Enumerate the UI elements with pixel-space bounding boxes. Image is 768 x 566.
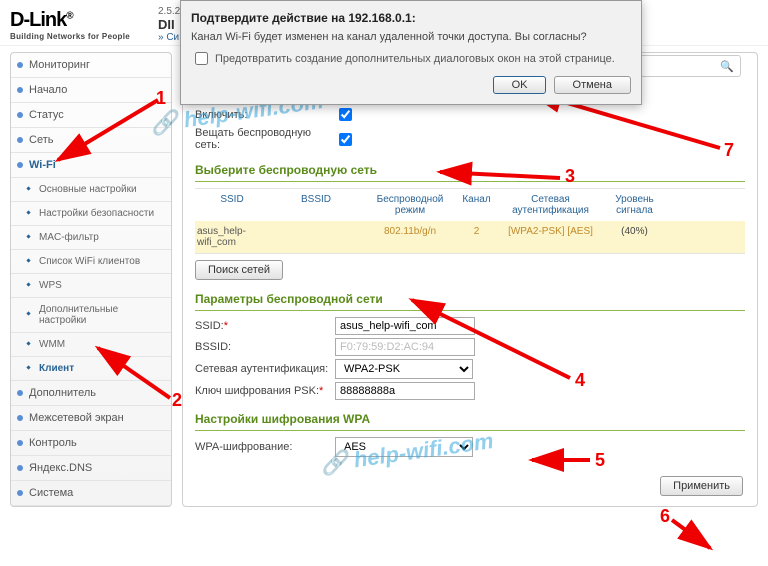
ssid-label: SSID: <box>195 320 224 332</box>
search-networks-button[interactable]: Поиск сетей <box>195 260 283 280</box>
sidebar-item-mac[interactable]: MAC-фильтр <box>11 226 171 250</box>
marker-7: 7 <box>724 140 734 161</box>
sidebar-item-monitoring[interactable]: Мониторинг <box>11 53 171 78</box>
enc-label: WPA-шифрование: <box>195 441 335 453</box>
col-channel[interactable]: Канал <box>457 189 496 221</box>
sidebar-item-clients[interactable]: Список WiFi клиентов <box>11 250 171 274</box>
marker-4: 4 <box>575 370 585 391</box>
marker-3: 3 <box>565 166 575 187</box>
psk-label: Ключ шифрования PSK: <box>195 385 319 397</box>
prevent-checkbox[interactable] <box>195 52 208 65</box>
magnifier-icon: 🔍 <box>720 60 734 73</box>
sidebar-item-basic[interactable]: Основные настройки <box>11 178 171 202</box>
cell-auth: [WPA2-PSK] [AES] <box>496 221 605 253</box>
auth-select[interactable]: WPA2-PSK <box>335 359 473 379</box>
auth-label: Сетевая аутентификация: <box>195 363 335 375</box>
cell-ssid: asus_help-wifi_com <box>195 221 269 253</box>
section-wpa: Настройки шифрования WPA <box>195 408 745 431</box>
logo: D-Link® Building Networks for People <box>10 9 150 41</box>
enc-select[interactable]: AES <box>335 437 473 457</box>
cell-channel: 2 <box>457 221 496 253</box>
bssid-input[interactable] <box>335 338 475 356</box>
sidebar-item-firewall[interactable]: Межсетевой экран <box>11 406 171 431</box>
col-auth[interactable]: Сетевая аутентификация <box>496 189 605 221</box>
marker-5: 5 <box>595 450 605 471</box>
marker-2: 2 <box>172 390 182 411</box>
sidebar-item-start[interactable]: Начало <box>11 78 171 103</box>
col-bssid[interactable]: BSSID <box>269 189 363 221</box>
prevent-label: Предотвратить создание дополнительных ди… <box>215 53 615 65</box>
bssid-label: BSSID: <box>195 341 335 353</box>
sidebar-item-wps[interactable]: WPS <box>11 274 171 298</box>
sidebar-item-system[interactable]: Система <box>11 481 171 506</box>
cell-bssid <box>269 221 363 253</box>
enable-checkbox[interactable] <box>339 108 352 121</box>
sidebar-item-client[interactable]: Клиент <box>11 357 171 381</box>
marker-1: 1 <box>156 88 166 109</box>
logo-brand: D-Link <box>10 9 66 31</box>
col-mode[interactable]: Беспроводной режим <box>363 189 457 221</box>
ssid-input[interactable] <box>335 317 475 335</box>
cell-signal: (40%) <box>605 221 664 253</box>
sidebar-item-advanced[interactable]: Дополнительные настройки <box>11 298 171 333</box>
sidebar-item-yandexdns[interactable]: Яндекс.DNS <box>11 456 171 481</box>
section-params: Параметры беспроводной сети <box>195 288 745 311</box>
ok-button[interactable]: OK <box>493 76 547 94</box>
marker-6: 6 <box>660 506 670 527</box>
psk-input[interactable] <box>335 382 475 400</box>
dialog-text: Канал Wi-Fi будет изменен на канал удале… <box>191 31 631 43</box>
dialog-title: Подтвердите действие на 192.168.0.1: <box>191 11 631 25</box>
cancel-button[interactable]: Отмена <box>554 76 631 94</box>
sidebar-item-extra[interactable]: Дополнитель <box>11 381 171 406</box>
col-ssid[interactable]: SSID <box>195 189 269 221</box>
apply-button[interactable]: Применить <box>660 476 743 496</box>
main-panel: 🔍 Wi-Fi / Клиент Настройка маршрутизатор… <box>182 52 758 507</box>
enable-label: Включить: <box>195 109 335 121</box>
sidebar-item-wifi[interactable]: Wi-Fi <box>11 153 171 178</box>
col-signal[interactable]: Уровень сигнала <box>605 189 664 221</box>
cell-mode: 802.11b/g/n <box>363 221 457 253</box>
sidebar: Мониторинг Начало Статус Сеть Wi-Fi Осно… <box>10 52 172 507</box>
confirm-dialog: Подтвердите действие на 192.168.0.1: Кан… <box>180 0 642 105</box>
sidebar-item-security[interactable]: Настройки безопасности <box>11 202 171 226</box>
sidebar-item-control[interactable]: Контроль <box>11 431 171 456</box>
sidebar-item-network[interactable]: Сеть <box>11 128 171 153</box>
sidebar-item-wmm[interactable]: WMM <box>11 333 171 357</box>
logo-tagline: Building Networks for People <box>10 32 150 41</box>
wifi-table: SSID BSSID Беспроводной режим Канал Сете… <box>195 188 745 254</box>
wifi-row-selected[interactable]: asus_help-wifi_com 802.11b/g/n 2 [WPA2-P… <box>195 221 745 253</box>
broadcast-checkbox[interactable] <box>339 133 352 146</box>
sidebar-item-status[interactable]: Статус <box>11 103 171 128</box>
broadcast-label: Вещать беспроводную сеть: <box>195 127 335 151</box>
section-select-network: Выберите беспроводную сеть <box>195 159 745 182</box>
